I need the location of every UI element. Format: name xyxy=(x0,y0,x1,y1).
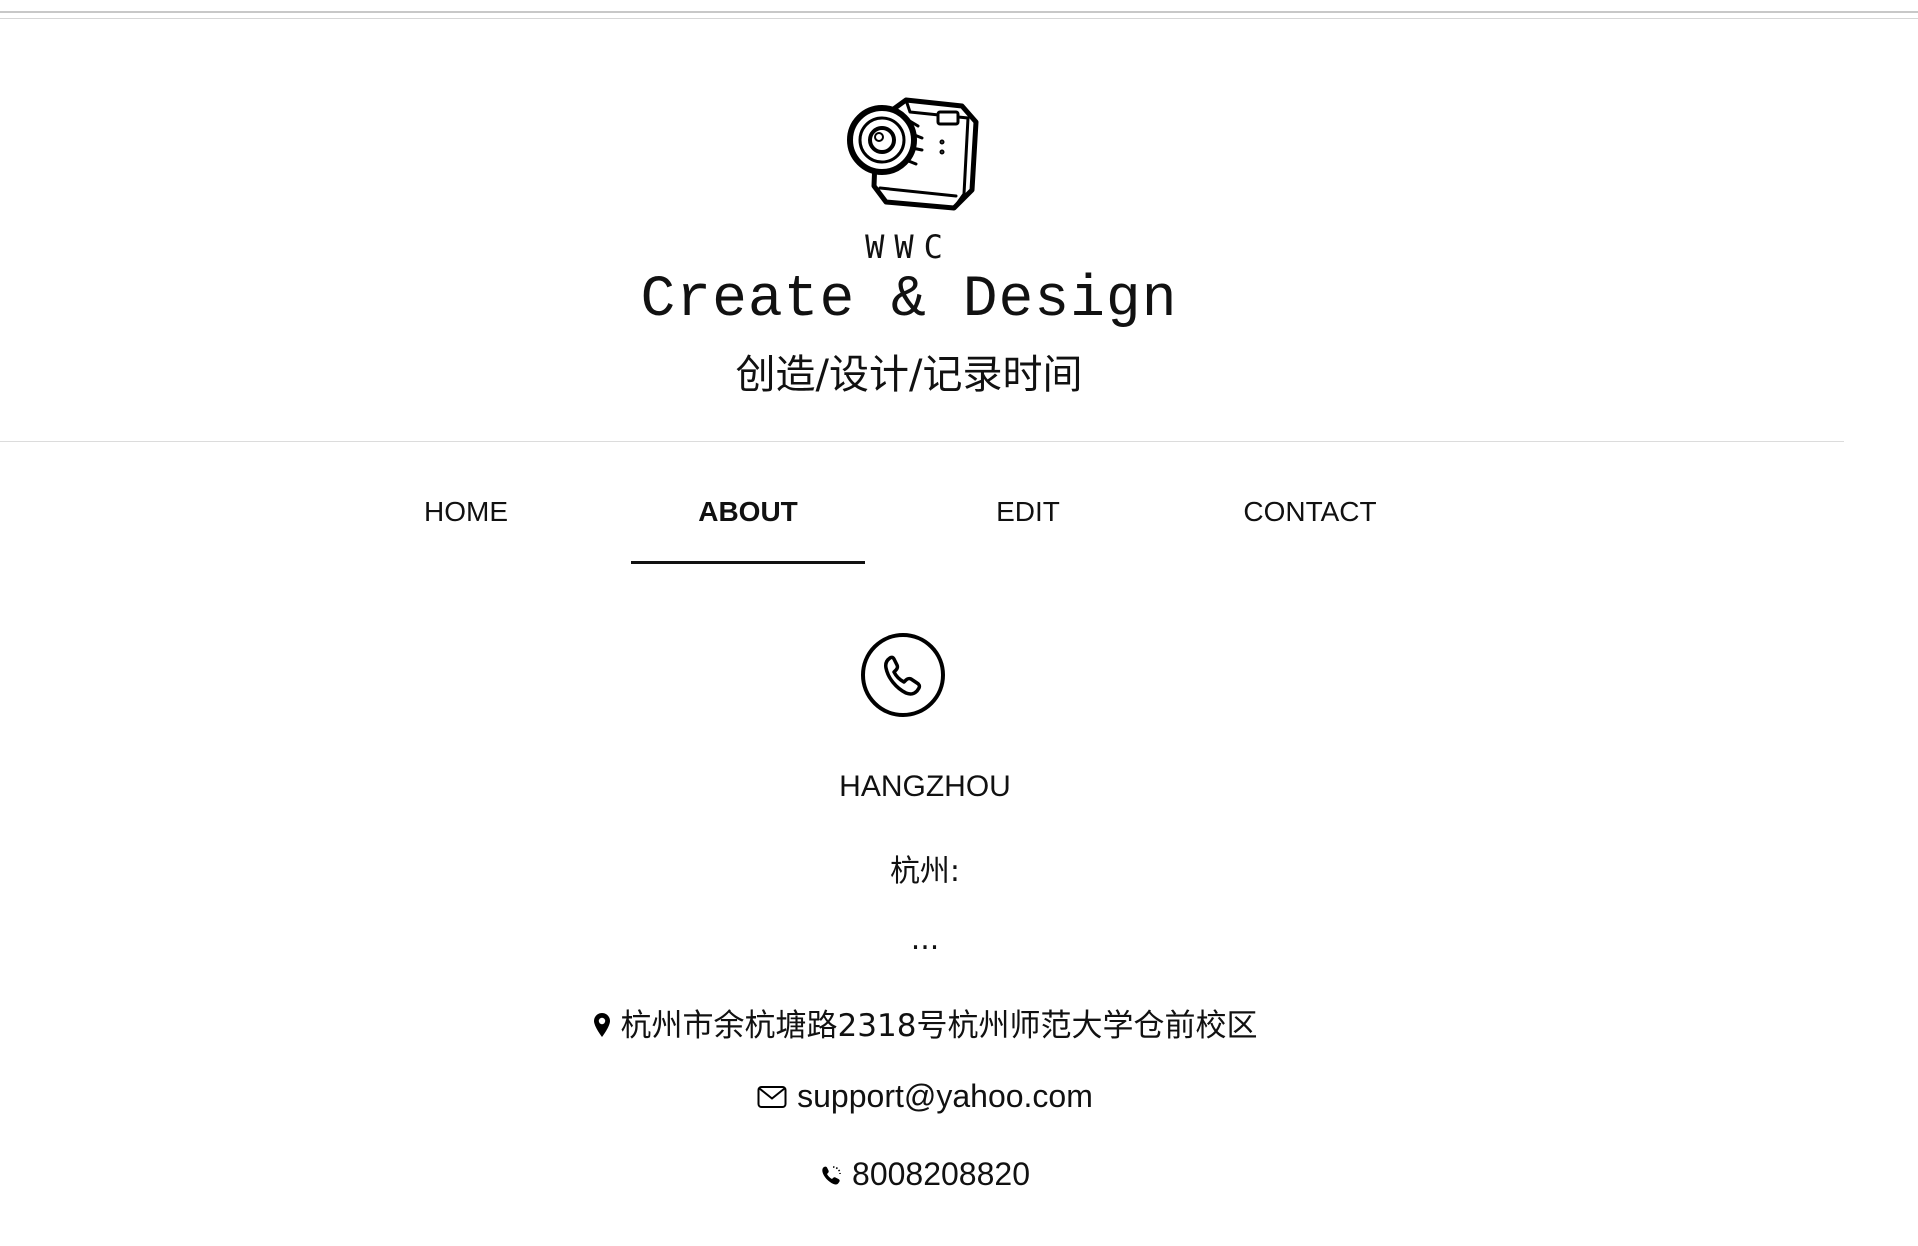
camera-logo-icon[interactable] xyxy=(846,90,982,212)
nav-item-edit[interactable]: EDIT xyxy=(911,490,1145,564)
browser-top-rule xyxy=(0,11,1918,19)
map-pin-icon xyxy=(593,1013,610,1037)
header-divider xyxy=(0,441,1844,442)
phone-circle-icon xyxy=(861,633,945,717)
page: WWC Create & Design 创造/设计/记录时间 HOME ABOU… xyxy=(0,0,1918,1246)
phone-row: 8008208820 xyxy=(0,1156,1850,1193)
nav-item-contact[interactable]: CONTACT xyxy=(1193,490,1427,564)
brand-name: WWC xyxy=(865,228,953,266)
email-row: support@yahoo.com xyxy=(0,1078,1850,1115)
city-name-cn: 杭州: xyxy=(889,854,961,889)
site-subtagline: 创造/设计/记录时间 xyxy=(735,352,1083,398)
nav-item-about[interactable]: ABOUT xyxy=(631,490,865,564)
ellipsis-text: ... xyxy=(910,922,940,957)
main-nav: HOME ABOUT EDIT CONTACT xyxy=(0,490,1918,564)
city-name: HANGZHOU xyxy=(839,770,1011,803)
phone-icon xyxy=(822,1166,841,1185)
email-link[interactable]: support@yahoo.com xyxy=(797,1078,1093,1114)
phone-number[interactable]: 8008208820 xyxy=(852,1156,1030,1192)
mail-icon xyxy=(757,1086,787,1108)
nav-item-home[interactable]: HOME xyxy=(349,490,583,564)
site-tagline: Create & Design xyxy=(640,268,1178,333)
address-text: 杭州市余杭塘路2318号杭州师范大学仓前校区 xyxy=(620,1008,1258,1044)
address-row: 杭州市余杭塘路2318号杭州师范大学仓前校区 xyxy=(0,1000,1850,1045)
